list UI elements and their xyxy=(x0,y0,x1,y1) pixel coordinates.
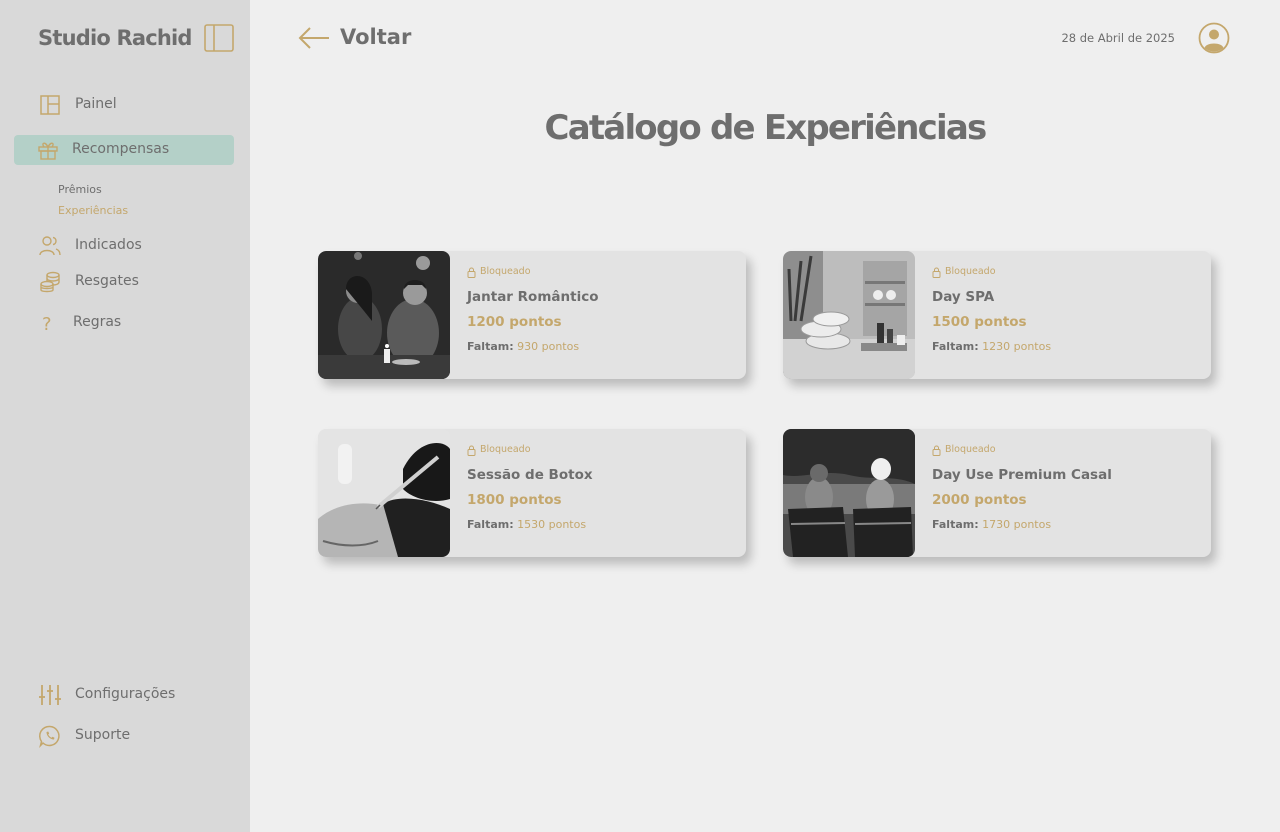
whatsapp-icon xyxy=(38,724,62,748)
lock-icon xyxy=(467,445,476,456)
back-label: Voltar xyxy=(340,25,412,49)
current-date: 28 de Abril de 2025 xyxy=(1061,31,1175,45)
users-icon xyxy=(38,234,62,258)
sidebar-subitem-premios[interactable]: Prêmios xyxy=(58,183,102,196)
points-missing: Faltam: 1730 pontos xyxy=(932,518,1051,531)
sidebar: Studio Rachid Painel Recompensas Prêmios… xyxy=(0,0,250,832)
points-missing-value: 930 pontos xyxy=(517,340,580,353)
back-button[interactable]: Voltar xyxy=(297,22,417,56)
points-missing: Faltam: 930 pontos xyxy=(467,340,579,353)
experience-photo xyxy=(318,429,450,557)
sidebar-item-label: Regras xyxy=(73,314,122,330)
sidebar-item-regras[interactable]: ? Regras xyxy=(0,308,250,338)
experience-card[interactable]: Bloqueado Day Use Premium Casal 2000 pon… xyxy=(783,429,1211,557)
experience-card[interactable]: Bloqueado Jantar Romântico 1200 pontos F… xyxy=(318,251,746,379)
status-label: Bloqueado xyxy=(945,266,996,277)
coins-icon xyxy=(38,270,62,294)
lock-icon xyxy=(467,267,476,278)
status-label: Bloqueado xyxy=(945,444,996,455)
status-label: Bloqueado xyxy=(480,266,531,277)
points-missing: Faltam: 1530 pontos xyxy=(467,518,586,531)
sidebar-item-recompensas[interactable]: Recompensas xyxy=(14,135,234,165)
gift-icon xyxy=(36,138,60,162)
sliders-icon xyxy=(38,683,62,707)
sidebar-item-label: Resgates xyxy=(75,273,139,289)
experience-title: Sessão de Botox xyxy=(467,467,593,483)
points-missing: Faltam: 1230 pontos xyxy=(932,340,1051,353)
points-missing-value: 1230 pontos xyxy=(982,340,1052,353)
points-missing-label: Faltam: xyxy=(467,518,514,531)
sidebar-item-suporte[interactable]: Suporte xyxy=(0,721,250,751)
lock-icon xyxy=(932,267,941,278)
brand-logo: Studio Rachid xyxy=(38,26,192,50)
experience-title: Day SPA xyxy=(932,289,995,305)
experience-photo xyxy=(783,429,915,557)
sidebar-item-resgates[interactable]: Resgates xyxy=(0,267,250,297)
experience-card[interactable]: Bloqueado Day SPA 1500 pontos Faltam: 12… xyxy=(783,251,1211,379)
points-missing-value: 1730 pontos xyxy=(982,518,1052,531)
sidebar-item-label: Painel xyxy=(75,96,117,112)
points-missing-label: Faltam: xyxy=(467,340,514,353)
sidebar-item-configuracoes[interactable]: Configurações xyxy=(0,680,250,710)
sidebar-item-painel[interactable]: Painel xyxy=(0,90,250,120)
experience-photo xyxy=(318,251,450,379)
sidebar-subitem-experiencias[interactable]: Experiências xyxy=(58,204,128,217)
arrow-left-icon xyxy=(298,27,329,49)
sidebar-item-label: Recompensas xyxy=(72,141,170,157)
svg-text:?: ? xyxy=(42,314,52,335)
experience-title: Day Use Premium Casal xyxy=(932,467,1112,483)
page-title: Catálogo de Experiências xyxy=(544,108,988,148)
status-label: Bloqueado xyxy=(480,444,531,455)
experience-points: 1800 pontos xyxy=(467,492,562,508)
experience-card[interactable]: Bloqueado Sessão de Botox 1800 pontos Fa… xyxy=(318,429,746,557)
sidebar-item-label: Configurações xyxy=(75,686,176,702)
user-avatar-icon[interactable] xyxy=(1198,22,1230,54)
points-missing-value: 1530 pontos xyxy=(517,518,587,531)
points-missing-label: Faltam: xyxy=(932,518,979,531)
layout-icon xyxy=(38,93,62,117)
points-missing-label: Faltam: xyxy=(932,340,979,353)
lock-icon xyxy=(932,445,941,456)
experience-points: 2000 pontos xyxy=(932,492,1027,508)
question-icon: ? xyxy=(38,311,62,335)
sidebar-item-label: Indicados xyxy=(75,237,142,253)
experience-points: 1200 pontos xyxy=(467,314,562,330)
sidebar-item-indicados[interactable]: Indicados xyxy=(0,231,250,261)
experience-points: 1500 pontos xyxy=(932,314,1027,330)
sidebar-item-label: Suporte xyxy=(75,727,131,743)
experience-photo xyxy=(783,251,915,379)
experience-title: Jantar Romântico xyxy=(467,289,599,305)
sidebar-toggle-icon[interactable] xyxy=(204,24,234,52)
